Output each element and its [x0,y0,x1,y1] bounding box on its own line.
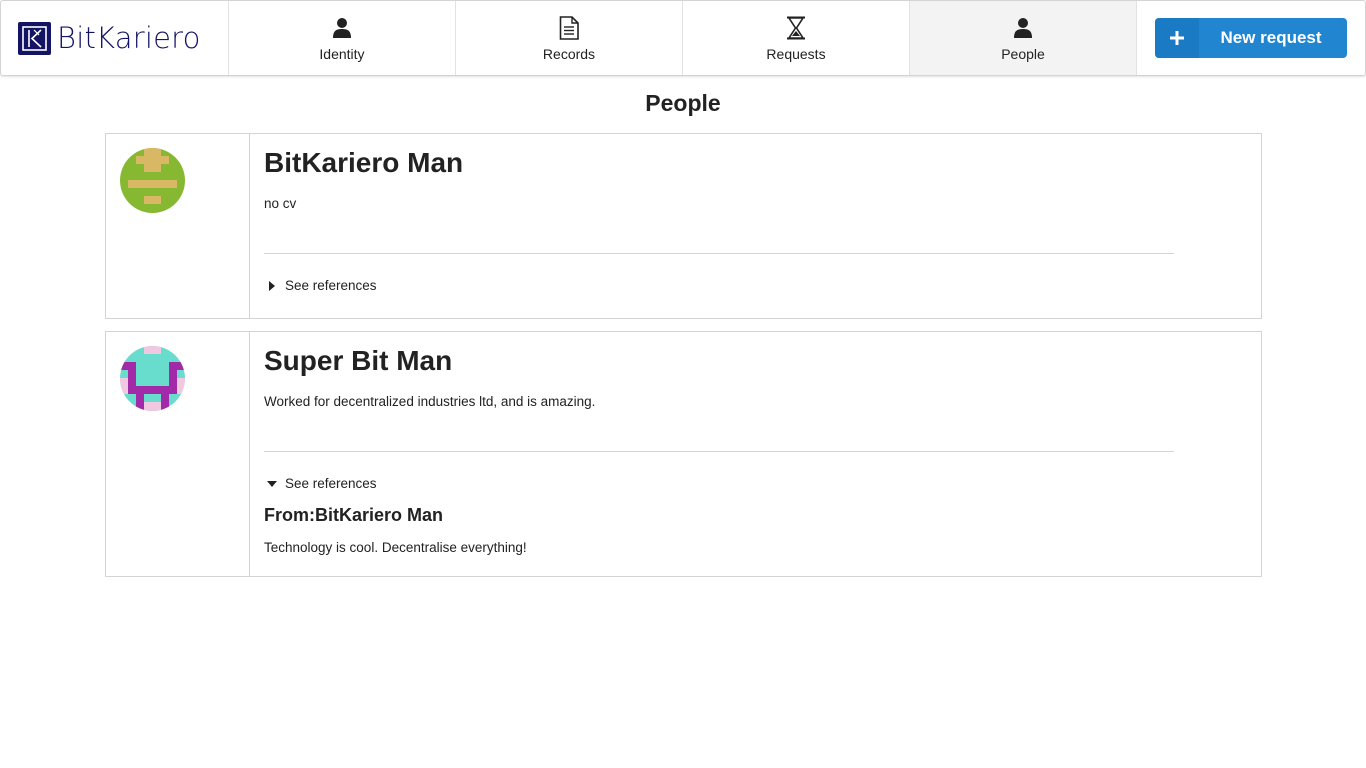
person-details: Super Bit Man Worked for decentralized i… [250,332,1261,576]
person-card: BitKariero Man no cv See references [105,133,1262,319]
divider [264,253,1174,254]
nav-people[interactable]: People [910,1,1137,75]
divider [264,451,1174,452]
user-icon [1011,16,1035,40]
person-name: Super Bit Man [264,345,453,376]
see-references-toggle[interactable]: See references [264,476,1247,491]
avatar [120,148,185,213]
page-title: People [645,90,721,116]
see-references-label: See references [285,476,377,491]
nav-records[interactable]: Records [456,1,683,75]
brand-name: BitKariero [57,20,201,55]
new-request-label: New request [1220,28,1322,47]
new-request-cell: New request [1137,1,1365,75]
avatar [120,346,185,411]
user-icon [330,16,354,40]
nav-records-label: Records [542,46,596,62]
nav-identity[interactable]: Identity [229,1,456,75]
reference-author: From:BitKariero Man [264,505,444,525]
nav-requests-label: Requests [766,46,826,62]
nav-people-label: People [1001,46,1045,62]
new-request-button[interactable]: New request [1155,18,1347,58]
hourglass-icon [784,16,808,40]
brand-logo[interactable]: BitKariero [1,1,229,75]
caret-right-icon [264,280,280,291]
see-references-toggle[interactable]: See references [264,278,1247,293]
person-description: no cv [264,196,297,211]
see-references-label: See references [285,278,377,293]
logo-mark-icon [18,21,51,55]
top-menu: BitKariero Identity Records Requests Peo… [0,0,1366,76]
nav-requests[interactable]: Requests [683,1,910,75]
person-card: Super Bit Man Worked for decentralized i… [105,331,1262,577]
person-description: Worked for decentralized industries ltd,… [264,394,596,409]
nav-identity-label: Identity [319,46,365,62]
person-avatar-column [106,134,250,318]
person-avatar-column [106,332,250,576]
plus-icon [1155,18,1199,58]
document-icon [557,16,581,40]
person-name: BitKariero Man [264,147,464,178]
caret-down-icon [264,480,280,487]
person-details: BitKariero Man no cv See references [250,134,1261,318]
reference-text: Technology is cool. Decentralise everyth… [264,540,527,555]
